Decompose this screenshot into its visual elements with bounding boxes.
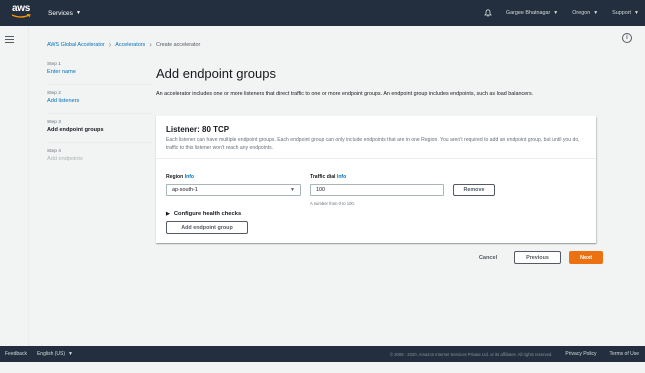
traffic-dial-field-label: Traffic dial Info [310, 174, 346, 180]
listener-title: Listener: 80 TCP [166, 125, 230, 134]
support-menu[interactable]: Support ▼ [612, 10, 639, 16]
remove-button-label: Remove [463, 187, 485, 193]
breadcrumb-separator-icon: › [108, 40, 112, 49]
region-info-link[interactable]: Info [185, 174, 194, 180]
breadcrumb-separator-icon: › [149, 40, 152, 49]
health-checks-label: Configure health checks [173, 211, 242, 217]
side-navigation-rail [0, 26, 29, 346]
caret-down-icon: ▼ [68, 351, 73, 357]
previous-button[interactable]: Previous [514, 251, 561, 264]
top-navigation-bar: aws Services ▼ Gargee Bhatnagar ▼ Oregon… [0, 0, 645, 26]
region-select-value: ap-south-1 [172, 187, 198, 193]
configure-health-checks-toggle[interactable]: ▶ Configure health checks [166, 211, 241, 217]
step-link-add-listeners[interactable]: Add listeners [47, 98, 152, 104]
breadcrumb: AWS Global Accelerator › Accelerators › … [47, 40, 201, 49]
traffic-dial-input[interactable]: 100 [310, 184, 444, 196]
language-selector[interactable]: English (US) ▼ [37, 351, 73, 357]
wizard-step-1: Step 1 Enter name [47, 62, 152, 85]
user-label: Gargee Bhatnagar [505, 10, 551, 16]
region-menu[interactable]: Oregon ▼ [572, 10, 598, 16]
listener-panel: Listener: 80 TCP Each listener can have … [156, 116, 596, 243]
info-panel-icon[interactable]: i [622, 33, 632, 43]
caret-down-icon: ▼ [290, 187, 295, 193]
region-select[interactable]: ap-south-1 ▼ [166, 184, 301, 196]
aws-logo-text: aws [11, 3, 30, 14]
page-title: Add endpoint groups [156, 66, 276, 81]
next-button[interactable]: Next [569, 251, 603, 264]
bell-icon [483, 9, 492, 17]
user-menu[interactable]: Gargee Bhatnagar ▼ [506, 10, 558, 16]
add-endpoint-group-label: Add endpoint group [181, 224, 233, 231]
page-description: An accelerator includes one or more list… [156, 91, 534, 97]
privacy-policy-link[interactable]: Privacy Policy [565, 351, 596, 357]
step-number: Step 1 [47, 62, 61, 67]
breadcrumb-current: Create accelerator [155, 42, 201, 48]
aws-logo[interactable]: aws [8, 3, 34, 23]
next-button-label: Next [579, 254, 593, 261]
listener-description: Each listener can have multiple endpoint… [166, 137, 580, 151]
services-menu[interactable]: Services ▼ [48, 10, 81, 17]
caret-down-icon: ▼ [75, 10, 81, 16]
copyright-text: © 2008 - 2020, Amazon Internet Services … [389, 351, 553, 357]
step-number: Step 3 [47, 120, 61, 125]
wizard-step-3: Step 3 Add endpoint groups [47, 120, 152, 143]
caret-down-icon: ▼ [553, 10, 559, 16]
feedback-link[interactable]: Feedback [5, 351, 27, 357]
services-label: Services [48, 9, 73, 17]
region-label: Oregon [572, 10, 591, 16]
region-label-text: Region [166, 174, 184, 180]
step-disabled-add-endpoints: Add endpoints [47, 156, 83, 162]
footer-bar: Feedback English (US) ▼ © 2008 - 2020, A… [0, 346, 645, 362]
add-endpoint-group-button[interactable]: Add endpoint group [166, 221, 248, 234]
listener-panel-header: Listener: 80 TCP Each listener can have … [156, 116, 596, 159]
caret-right-icon: ▶ [166, 211, 170, 217]
traffic-dial-value: 100 [316, 187, 325, 193]
previous-button-label: Previous [526, 254, 549, 261]
remove-button[interactable]: Remove [453, 184, 495, 196]
caret-down-icon: ▼ [593, 10, 599, 16]
wizard-actions: Cancel Previous Next [470, 251, 603, 264]
region-field-label: Region Info [166, 174, 194, 180]
terms-of-use-link[interactable]: Terms of Use [610, 351, 639, 357]
caret-down-icon: ▼ [634, 10, 639, 16]
step-number: Step 2 [47, 91, 61, 96]
notifications-bell[interactable] [483, 9, 492, 17]
support-label: Support [612, 10, 632, 16]
wizard-step-4: Step 4 Add endpoints [47, 149, 152, 171]
wizard-step-2: Step 2 Add listeners [47, 91, 152, 114]
traffic-dial-hint: A number from 0 to 100. [310, 201, 355, 206]
breadcrumb-accelerators[interactable]: Accelerators [115, 42, 145, 48]
wizard-steps: Step 1 Enter name Step 2 Add listeners S… [47, 62, 152, 177]
breadcrumb-global-accelerator[interactable]: AWS Global Accelerator [47, 42, 105, 48]
step-number: Step 4 [47, 149, 61, 154]
step-current-add-endpoint-groups: Add endpoint groups [47, 127, 104, 133]
step-link-enter-name[interactable]: Enter name [47, 69, 152, 75]
traffic-dial-label-text: Traffic dial [310, 174, 336, 180]
hamburger-menu-icon[interactable] [5, 36, 14, 43]
cancel-button[interactable]: Cancel [470, 255, 506, 261]
smile-arrow-icon [11, 14, 31, 18]
traffic-dial-info-link[interactable]: Info [337, 174, 346, 180]
language-label: English (US) [36, 351, 66, 357]
